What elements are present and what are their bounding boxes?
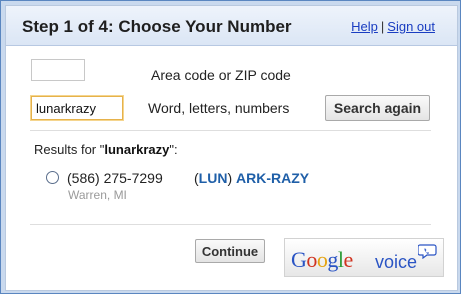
dialog-header: Step 1 of 4: Choose Your Number Help | Sig… [6, 6, 457, 46]
dialog-panel: Step 1 of 4: Choose Your Number Help | Sig… [5, 5, 458, 291]
results-suffix: ": [169, 142, 178, 157]
divider [30, 130, 431, 131]
results-query: lunarkrazy [104, 142, 170, 157]
results-heading: Results for "lunarkrazy": [34, 142, 178, 157]
word-close-paren: ) [227, 170, 237, 186]
link-separator: | [380, 19, 385, 34]
area-code-input[interactable] [31, 59, 85, 81]
dialog-frame: Step 1 of 4: Choose Your Number Help | Sig… [0, 0, 461, 294]
results-prefix: Results for " [34, 142, 105, 157]
google-voice-logo: Google voice [284, 238, 444, 277]
result-word-match: (LUN) ARK-RAZY [194, 170, 309, 186]
result-phone-number[interactable]: (586) 275-7299 [67, 170, 163, 186]
result-location: Warren, MI [68, 188, 127, 202]
word-part-1: LUN [198, 170, 228, 186]
sign-out-link[interactable]: Sign out [387, 19, 435, 34]
word-part-2: ARK-RAZY [236, 170, 310, 186]
search-again-button[interactable]: Search again [325, 95, 430, 121]
word-search-input[interactable] [31, 96, 123, 120]
result-radio-button[interactable] [46, 171, 59, 184]
voice-wordmark: voice [375, 252, 418, 272]
google-wordmark: Google [291, 247, 353, 272]
phone-speech-bubble-icon [418, 244, 437, 259]
page-title: Step 1 of 4: Choose Your Number [22, 17, 292, 36]
continue-button[interactable]: Continue [195, 239, 265, 263]
word-search-label: Word, letters, numbers [148, 100, 290, 116]
area-code-label: Area code or ZIP code [151, 67, 291, 83]
help-link[interactable]: Help [351, 19, 378, 34]
divider [30, 224, 431, 225]
header-links: Help | Sign out [351, 19, 435, 34]
